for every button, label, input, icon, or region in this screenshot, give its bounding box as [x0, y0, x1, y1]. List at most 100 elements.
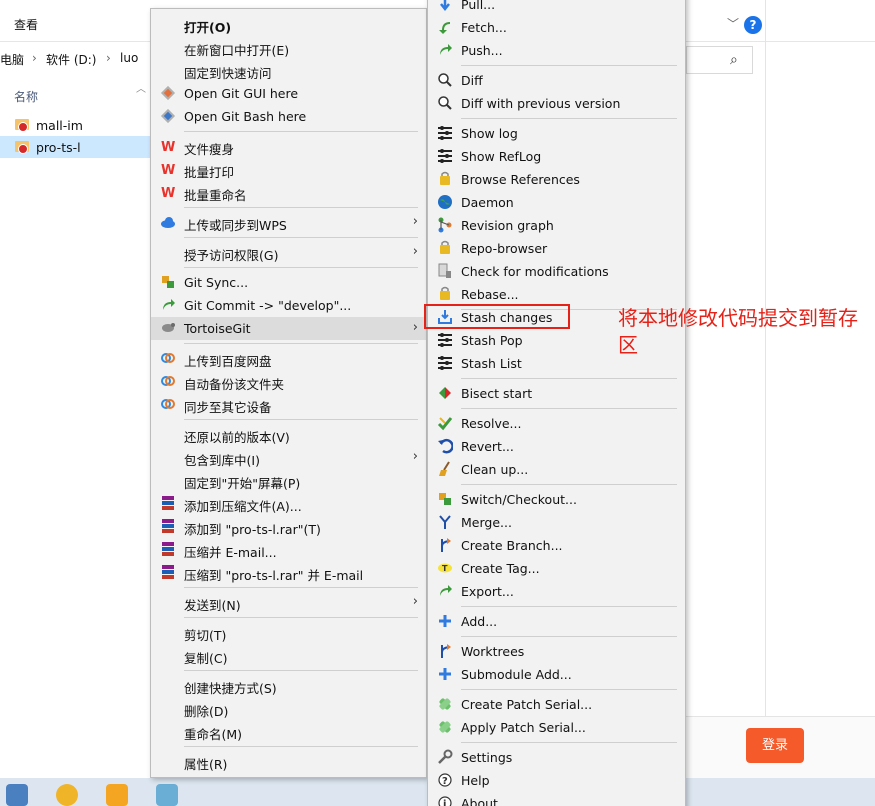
chevron-right-icon: › [412, 244, 418, 259]
menu-item-check-modifications[interactable]: Check for modifications [428, 260, 685, 283]
list-item[interactable]: mall-im [0, 114, 150, 136]
svg-text:W: W [161, 163, 175, 177]
menu-item-properties[interactable]: 属性(R) [151, 750, 426, 773]
menu-item-compress-rar-email[interactable]: 压缩到 "pro-ts-l.rar" 并 E-mail [151, 561, 426, 584]
list-item[interactable]: pro-ts-l [0, 136, 150, 158]
file-name: mall-im [36, 118, 83, 133]
taskbar-app-icon[interactable] [6, 784, 28, 806]
menu-item-push[interactable]: Push... [428, 39, 685, 62]
menu-item-show-log[interactable]: Show log [428, 122, 685, 145]
stash-pop-icon [438, 333, 452, 347]
menu-item-create-patch[interactable]: Create Patch Serial... [428, 693, 685, 716]
menu-item-auto-backup[interactable]: 自动备份该文件夹 [151, 370, 426, 393]
menu-item-pin-quick-access[interactable]: 固定到快速访问 [151, 59, 426, 82]
menu-item-pull[interactable]: Pull... [428, 0, 685, 16]
ribbon-tab-view[interactable]: 查看 [14, 16, 38, 33]
taskbar-app-icon[interactable] [56, 784, 78, 806]
menu-item-git-bash[interactable]: Open Git Bash here [151, 105, 426, 128]
menu-item-rename[interactable]: 重命名(M) [151, 720, 426, 743]
menu-item-settings[interactable]: Settings [428, 746, 685, 769]
breadcrumb-item[interactable]: 电脑 [0, 51, 24, 68]
menu-item-batch-rename[interactable]: W 批量重命名 [151, 181, 426, 204]
menu-item-apply-patch[interactable]: Apply Patch Serial... [428, 716, 685, 739]
menu-item-git-sync[interactable]: Git Sync... [151, 271, 426, 294]
menu-item-worktrees[interactable]: Worktrees [428, 640, 685, 663]
menu-item-fetch[interactable]: Fetch... [428, 16, 685, 39]
menu-item-cut[interactable]: 剪切(T) [151, 621, 426, 644]
menu-item-upload-wps[interactable]: 上传或同步到WPS › [151, 211, 426, 234]
menu-item-open[interactable]: 打开(O) [151, 13, 426, 36]
menu-separator [461, 484, 677, 485]
taskbar-app-icon[interactable] [106, 784, 128, 806]
svg-text:T: T [442, 564, 448, 573]
menu-item-rebase[interactable]: Rebase... [428, 283, 685, 306]
menu-item-batch-print[interactable]: W 批量打印 [151, 158, 426, 181]
menu-separator [184, 617, 418, 618]
menu-item-revert[interactable]: Revert... [428, 435, 685, 458]
menu-item-create-branch[interactable]: Create Branch... [428, 534, 685, 557]
menu-item-sync-devices[interactable]: 同步至其它设备 [151, 393, 426, 416]
menu-item-merge[interactable]: Merge... [428, 511, 685, 534]
taskbar-app-icon[interactable] [156, 784, 178, 806]
menu-separator [184, 207, 418, 208]
menu-item-add-rar[interactable]: 添加到 "pro-ts-l.rar"(T) [151, 515, 426, 538]
fetch-icon [439, 22, 450, 34]
menu-item-add-archive[interactable]: 添加到压缩文件(A)... [151, 492, 426, 515]
breadcrumb[interactable]: 电脑 › 软件 (D:) › luo [0, 46, 150, 72]
winrar-icon [162, 496, 174, 510]
menu-separator [461, 118, 677, 119]
menu-separator [461, 606, 677, 607]
menu-separator [461, 689, 677, 690]
menu-item-send-to[interactable]: 发送到(N) › [151, 591, 426, 614]
menu-item-grant-access[interactable]: 授予访问权限(G) › [151, 241, 426, 264]
breadcrumb-item[interactable]: luo [120, 51, 138, 65]
menu-item-delete[interactable]: 删除(D) [151, 697, 426, 720]
menu-item-upload-baidu[interactable]: 上传到百度网盘 [151, 347, 426, 370]
push-icon [440, 44, 452, 55]
wps-icon: W [161, 163, 175, 177]
menu-item-git-gui[interactable]: Open Git GUI here [151, 82, 426, 105]
menu-item-revision-graph[interactable]: Revision graph [428, 214, 685, 237]
menu-item-submodule-add[interactable]: Submodule Add... [428, 663, 685, 686]
menu-item-diff[interactable]: Diff [428, 69, 685, 92]
check-modifications-icon [438, 263, 451, 278]
menu-item-compress-email[interactable]: 压缩并 E-mail... [151, 538, 426, 561]
menu-item-daemon[interactable]: Daemon [428, 191, 685, 214]
git-gui-icon [160, 85, 176, 101]
breadcrumb-item[interactable]: 软件 (D:) [46, 51, 96, 68]
menu-item-export[interactable]: Export... [428, 580, 685, 603]
menu-separator [184, 587, 418, 588]
help-icon: ? [438, 773, 452, 787]
menu-item-file-slim[interactable]: W 文件瘦身 [151, 135, 426, 158]
menu-item-add[interactable]: Add... [428, 610, 685, 633]
menu-item-include-library[interactable]: 包含到库中(I) › [151, 446, 426, 469]
menu-item-diff-previous[interactable]: Diff with previous version [428, 92, 685, 115]
annotation-text: 将本地修改代码提交到暂存区 [618, 306, 858, 357]
file-name: pro-ts-l [36, 140, 81, 155]
branch-icon [441, 538, 451, 552]
menu-item-repo-browser[interactable]: Repo-browser [428, 237, 685, 260]
menu-item-git-commit[interactable]: Git Commit -> "develop"... [151, 294, 426, 317]
menu-item-about[interactable]: i About [428, 792, 685, 806]
menu-item-create-tag[interactable]: T Create Tag... [428, 557, 685, 580]
menu-item-bisect-start[interactable]: Bisect start [428, 382, 685, 405]
menu-item-restore-previous[interactable]: 还原以前的版本(V) [151, 423, 426, 446]
menu-separator [184, 267, 418, 268]
baidu-netdisk-icon [161, 399, 175, 409]
menu-item-help[interactable]: ? Help [428, 769, 685, 792]
menu-item-open-new-window[interactable]: 在新窗口中打开(E) [151, 36, 426, 59]
login-button[interactable]: 登录 [746, 728, 804, 763]
column-header-name[interactable]: 名称 [14, 88, 38, 105]
menu-item-switch-checkout[interactable]: Switch/Checkout... [428, 488, 685, 511]
menu-item-create-shortcut[interactable]: 创建快捷方式(S) [151, 674, 426, 697]
repo-browser-icon [440, 240, 450, 254]
menu-item-browse-references[interactable]: Browse References [428, 168, 685, 191]
menu-item-show-reflog[interactable]: Show RefLog [428, 145, 685, 168]
menu-item-clean-up[interactable]: Clean up... [428, 458, 685, 481]
worktrees-icon [441, 644, 451, 658]
chevron-right-icon: › [412, 594, 418, 609]
menu-item-pin-start[interactable]: 固定到"开始"屏幕(P) [151, 469, 426, 492]
menu-item-resolve[interactable]: Resolve... [428, 412, 685, 435]
menu-item-tortoisegit[interactable]: TortoiseGit › [151, 317, 426, 340]
menu-item-copy[interactable]: 复制(C) [151, 644, 426, 667]
